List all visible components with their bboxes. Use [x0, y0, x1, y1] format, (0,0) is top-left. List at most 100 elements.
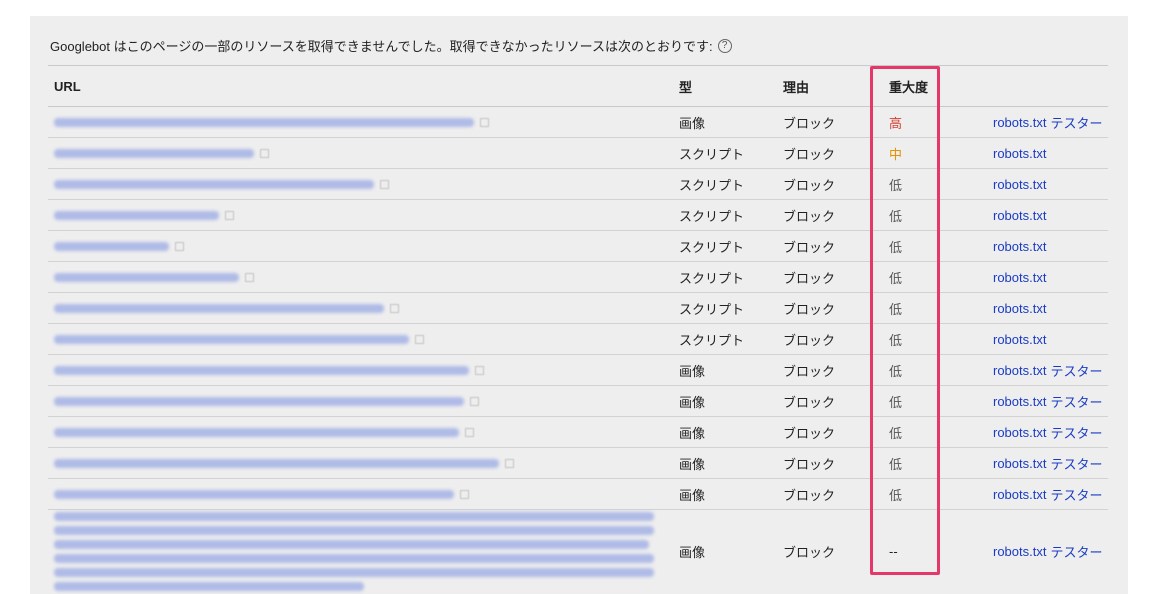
type-cell: 画像 — [679, 487, 706, 503]
robots-txt-link[interactable]: robots.txt — [993, 208, 1046, 223]
reason-cell: ブロック — [783, 363, 836, 379]
resource-url-link[interactable] — [54, 396, 464, 406]
robots-txt-link[interactable]: robots.txt — [993, 301, 1046, 316]
robots-tester-link[interactable]: テスター — [1050, 392, 1102, 411]
robots-tester-link[interactable]: テスター — [1050, 454, 1102, 473]
robots-txt-link[interactable]: robots.txt — [993, 239, 1046, 254]
resource-url-link[interactable] — [54, 272, 239, 282]
severity-cell: 高 — [889, 115, 903, 131]
url-cell — [54, 355, 664, 385]
reason-cell: ブロック — [783, 544, 836, 560]
open-in-new-icon[interactable] — [460, 489, 469, 499]
url-cell — [54, 293, 664, 323]
open-in-new-icon[interactable] — [470, 396, 479, 406]
table-row: 画像 ブロック 低 robots.txt テスター — [48, 386, 1108, 417]
type-cell: スクリプト — [679, 301, 745, 317]
robots-txt-link[interactable]: robots.txt — [993, 394, 1046, 409]
actions-cell: robots.txt テスター — [993, 448, 1102, 478]
robots-tester-link[interactable]: テスター — [1050, 423, 1102, 442]
table-row: 画像 ブロック 低 robots.txt テスター — [48, 417, 1108, 448]
reason-cell: ブロック — [783, 456, 836, 472]
severity-cell: 低 — [889, 270, 903, 286]
severity-cell: 低 — [889, 456, 903, 472]
resource-url-link[interactable] — [54, 365, 469, 375]
robots-tester-link[interactable]: テスター — [1050, 485, 1102, 504]
open-in-new-icon[interactable] — [260, 148, 269, 158]
reason-cell: ブロック — [783, 208, 836, 224]
resource-url-link[interactable] — [54, 458, 499, 468]
table-row: 画像 ブロック 低 robots.txt テスター — [48, 355, 1108, 386]
open-in-new-icon[interactable] — [390, 303, 399, 313]
severity-cell: 低 — [889, 177, 903, 193]
robots-tester-link[interactable]: テスター — [1050, 113, 1102, 132]
robots-txt-link[interactable]: robots.txt — [993, 115, 1046, 130]
robots-txt-link[interactable]: robots.txt — [993, 544, 1046, 559]
robots-txt-link[interactable]: robots.txt — [993, 487, 1046, 502]
actions-cell: robots.txt テスター — [993, 479, 1102, 509]
resource-url-link[interactable] — [54, 334, 409, 344]
actions-cell: robots.txt — [993, 138, 1046, 168]
open-in-new-icon[interactable] — [475, 365, 484, 375]
type-cell: 画像 — [679, 115, 706, 131]
open-in-new-icon[interactable] — [175, 241, 184, 251]
reason-cell: ブロック — [783, 332, 836, 348]
resource-url-link[interactable] — [54, 179, 374, 189]
robots-txt-link[interactable]: robots.txt — [993, 425, 1046, 440]
actions-cell: robots.txt テスター — [993, 510, 1102, 592]
robots-tester-link[interactable]: テスター — [1050, 361, 1102, 380]
url-cell — [54, 417, 664, 447]
reason-cell: ブロック — [783, 301, 836, 317]
open-in-new-icon[interactable] — [245, 272, 254, 282]
resource-url-link[interactable] — [54, 427, 459, 437]
robots-txt-link[interactable]: robots.txt — [993, 332, 1046, 347]
resource-url-link[interactable] — [54, 117, 474, 127]
resource-url-link[interactable] — [54, 241, 169, 251]
type-cell: 画像 — [679, 425, 706, 441]
url-cell — [54, 324, 664, 354]
reason-cell: ブロック — [783, 425, 836, 441]
open-in-new-icon[interactable] — [505, 458, 514, 468]
robots-txt-link[interactable]: robots.txt — [993, 456, 1046, 471]
open-in-new-icon[interactable] — [465, 427, 474, 437]
reason-cell: ブロック — [783, 146, 836, 162]
reason-cell: ブロック — [783, 177, 836, 193]
actions-cell: robots.txt — [993, 200, 1046, 230]
actions-cell: robots.txt — [993, 293, 1046, 323]
resource-url-link[interactable] — [54, 489, 454, 499]
open-in-new-icon[interactable] — [480, 117, 489, 127]
url-cell — [54, 386, 664, 416]
open-in-new-icon[interactable] — [380, 179, 389, 189]
url-cell — [54, 510, 664, 592]
actions-cell: robots.txt — [993, 169, 1046, 199]
robots-txt-link[interactable]: robots.txt — [993, 177, 1046, 192]
table-row: スクリプト ブロック 低 robots.txt — [48, 293, 1108, 324]
robots-txt-link[interactable]: robots.txt — [993, 270, 1046, 285]
resource-url-link[interactable] — [54, 210, 219, 220]
robots-txt-link[interactable]: robots.txt — [993, 146, 1046, 161]
resource-url-link[interactable] — [54, 303, 384, 313]
help-icon[interactable]: ? — [717, 38, 732, 53]
column-header-url: URL — [54, 78, 81, 94]
resource-url-link[interactable] — [54, 511, 654, 591]
actions-cell: robots.txt — [993, 324, 1046, 354]
reason-cell: ブロック — [783, 394, 836, 410]
table-row: スクリプト ブロック 低 robots.txt — [48, 324, 1108, 355]
robots-txt-link[interactable]: robots.txt — [993, 363, 1046, 378]
url-cell — [54, 479, 664, 509]
table-row: 画像 ブロック -- robots.txt テスター — [48, 510, 1108, 592]
severity-cell: 低 — [889, 487, 903, 503]
url-cell — [54, 448, 664, 478]
robots-tester-link[interactable]: テスター — [1050, 542, 1102, 561]
actions-cell: robots.txt テスター — [993, 417, 1102, 447]
type-cell: スクリプト — [679, 239, 745, 255]
severity-cell: 低 — [889, 363, 903, 379]
resource-url-link[interactable] — [54, 148, 254, 158]
type-cell: 画像 — [679, 363, 706, 379]
column-header-severity: 重大度 — [889, 79, 929, 95]
type-cell: 画像 — [679, 544, 706, 560]
severity-cell: 低 — [889, 208, 903, 224]
table-row: スクリプト ブロック 中 robots.txt — [48, 138, 1108, 169]
open-in-new-icon[interactable] — [415, 334, 424, 344]
open-in-new-icon[interactable] — [225, 210, 234, 220]
table-row: 画像 ブロック 高 robots.txt テスター — [48, 107, 1108, 138]
